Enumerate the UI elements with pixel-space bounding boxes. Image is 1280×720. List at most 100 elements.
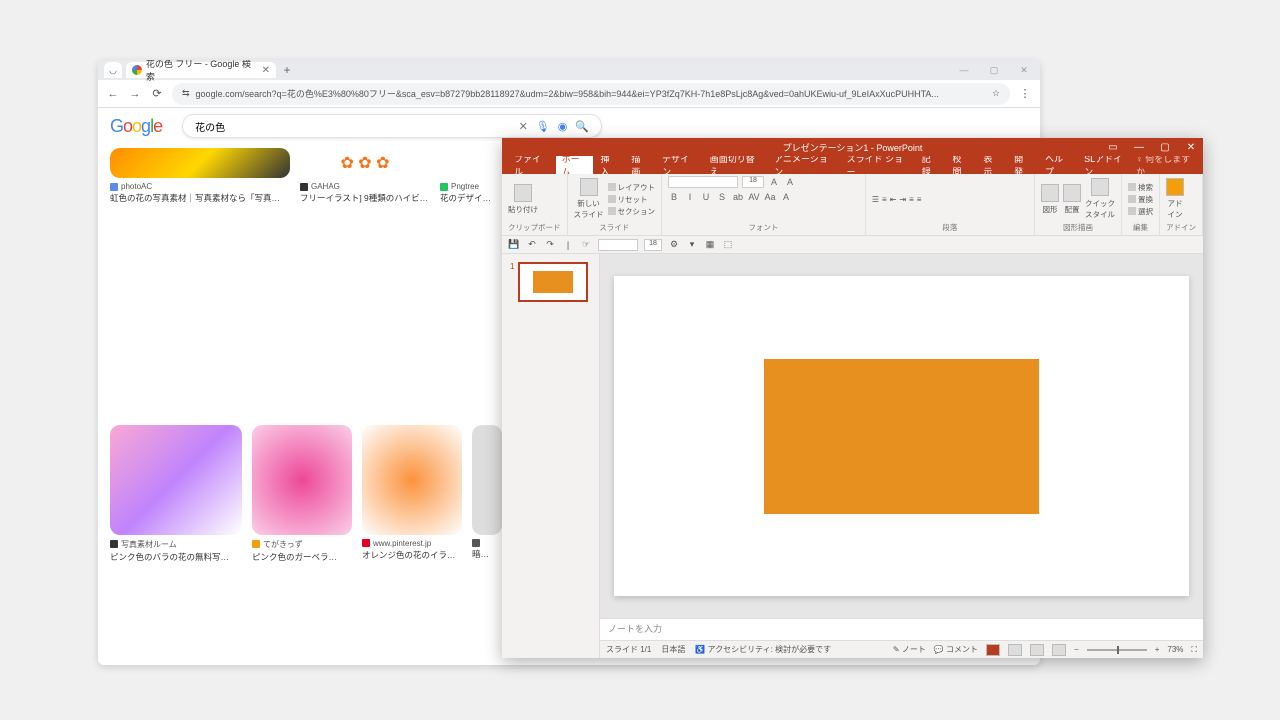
reload-button[interactable]: ⟳ [150, 87, 164, 100]
image-result[interactable]: GAHAGフリーイラスト] 9種類のハイビ… [300, 148, 430, 415]
qat-extra-3[interactable]: ▦ [704, 239, 716, 250]
arrange-button[interactable]: 配置 [1063, 184, 1081, 215]
font-u-button[interactable]: U [700, 191, 712, 203]
find-button[interactable]: 検索 [1128, 182, 1153, 193]
qat-extra-1[interactable]: ⚙ [668, 239, 680, 250]
layout-button[interactable]: レイアウト [608, 182, 656, 193]
orange-rectangle-shape[interactable] [764, 359, 1039, 514]
result-thumbnail[interactable] [110, 425, 242, 535]
pp-minimize-icon[interactable]: — [1131, 142, 1147, 153]
comments-toggle[interactable]: 💬 コメント [934, 644, 978, 655]
section-button[interactable]: セクション [608, 206, 656, 217]
save-icon[interactable]: 💾 [508, 239, 520, 250]
zoom-in-icon[interactable]: + [1155, 645, 1160, 654]
zoom-slider[interactable] [1087, 649, 1147, 651]
search-box[interactable]: ✕ 🎙 ◉ 🔍 [182, 114, 602, 138]
font-a-button[interactable]: A [780, 191, 792, 203]
result-thumbnail[interactable] [362, 425, 462, 535]
qat-font-select[interactable] [598, 239, 638, 251]
google-logo[interactable]: Google [110, 116, 162, 137]
align-left-icon[interactable]: ≡ [909, 195, 914, 204]
pinned-tab[interactable]: ◡ [104, 62, 122, 78]
select-button[interactable]: 選択 [1128, 206, 1153, 217]
site-info-icon[interactable]: ⇆ [182, 88, 190, 99]
close-icon[interactable]: ✕ [1014, 65, 1034, 76]
font-size-select[interactable]: 18 [742, 176, 764, 188]
indent-decrease-icon[interactable]: ⇤ [890, 195, 897, 204]
pp-close-icon[interactable]: ✕ [1183, 142, 1199, 153]
image-result[interactable]: てがきっずピンク色のガーベラ… [252, 425, 352, 666]
slide[interactable] [614, 276, 1189, 596]
image-result[interactable]: photoAC虹色の花の写真素材｜写真素材なら「写真… [110, 148, 290, 415]
slideshow-view-icon[interactable] [1052, 644, 1066, 656]
pp-maximize-icon[interactable]: ▢ [1157, 142, 1173, 153]
sorter-view-icon[interactable] [1008, 644, 1022, 656]
result-thumbnail[interactable] [472, 425, 502, 535]
font-i-button[interactable]: I [684, 191, 696, 203]
grow-font-icon[interactable]: A [768, 176, 780, 188]
search-input[interactable] [195, 121, 511, 132]
image-result[interactable]: 暗… [472, 425, 502, 666]
minimize-icon[interactable]: — [954, 65, 974, 76]
arrange-icon [1063, 184, 1081, 202]
pp-ribbon-options-icon[interactable]: ▭ [1105, 142, 1121, 153]
qat-font-size[interactable]: 18 [644, 239, 662, 251]
replace-icon [1128, 195, 1136, 203]
zoom-level[interactable]: 73% [1167, 645, 1183, 654]
addins-button[interactable]: アド イン [1166, 178, 1184, 220]
align-center-icon[interactable]: ≡ [917, 195, 922, 204]
font-av-button[interactable]: AV [748, 191, 760, 203]
font-ab-button[interactable]: ab [732, 191, 744, 203]
result-thumbnail[interactable] [252, 425, 352, 535]
qat-extra-4[interactable]: ⬚ [722, 239, 734, 250]
quick-styles-button[interactable]: クイック スタイル [1085, 178, 1115, 220]
clear-icon[interactable]: ✕ [519, 120, 528, 133]
font-b-button[interactable]: B [668, 191, 680, 203]
notes-pane[interactable]: ノートを入力 [600, 618, 1203, 640]
bookmark-star-icon[interactable]: ☆ [992, 88, 1000, 99]
image-result[interactable]: Pngtree花のデザイ… [440, 148, 500, 415]
new-tab-button[interactable]: + [280, 63, 294, 77]
notes-toggle[interactable]: ✎ ノート [893, 644, 926, 655]
shrink-font-icon[interactable]: A [784, 176, 796, 188]
slide-canvas[interactable] [600, 254, 1203, 618]
paste-button[interactable]: 貼り付け [508, 184, 538, 215]
font-aa-button[interactable]: Aa [764, 191, 776, 203]
reset-button[interactable]: リセット [608, 194, 656, 205]
image-result[interactable]: 写真素材ルームピンク色のバラの花の無料写… [110, 425, 242, 666]
redo-icon[interactable]: ↷ [544, 239, 556, 250]
replace-button[interactable]: 置換 [1128, 194, 1153, 205]
result-thumbnail[interactable] [300, 148, 430, 178]
forward-button[interactable]: → [128, 88, 142, 100]
qat-extra-2[interactable]: ▾ [686, 239, 698, 250]
result-thumbnail[interactable] [110, 148, 290, 178]
touch-mode-icon[interactable]: ☞ [580, 239, 592, 250]
accessibility-check[interactable]: ♿ アクセシビリティ: 検討が必要です [695, 644, 831, 655]
font-s-button[interactable]: S [716, 191, 728, 203]
zoom-out-icon[interactable]: − [1074, 645, 1079, 654]
image-result[interactable]: www.pinterest.jpオレンジ色の花のイラス… [362, 425, 462, 666]
mic-icon[interactable]: 🎙 [536, 120, 550, 133]
fit-window-icon[interactable]: ⛶ [1191, 645, 1197, 655]
lens-icon[interactable]: ◉ [558, 120, 568, 133]
indent-increase-icon[interactable]: ⇥ [899, 195, 906, 204]
group-drawing: 図形 配置 クイック スタイル 図形描画 [1035, 174, 1122, 235]
url-field[interactable]: ⇆ google.com/search?q=花の色%E3%80%80フリー&sc… [172, 83, 1010, 105]
new-slide-button[interactable]: 新しい スライド [574, 178, 604, 220]
font-family-select[interactable] [668, 176, 738, 188]
search-icon[interactable]: 🔍 [575, 120, 589, 133]
language-indicator[interactable]: 日本語 [661, 644, 685, 655]
active-tab[interactable]: 花の色 フリー - Google 検索 ✕ [126, 62, 276, 78]
shapes-button[interactable]: 図形 [1041, 184, 1059, 215]
bullets-icon[interactable]: ☰ [872, 195, 879, 204]
reading-view-icon[interactable] [1030, 644, 1044, 656]
slide-thumbnail-1[interactable]: 1 [510, 262, 591, 302]
numbering-icon[interactable]: ≡ [882, 195, 887, 204]
result-thumbnail[interactable] [440, 148, 500, 178]
back-button[interactable]: ← [106, 88, 120, 100]
chrome-menu-icon[interactable]: ⋮ [1018, 87, 1032, 100]
close-tab-icon[interactable]: ✕ [262, 65, 270, 76]
undo-icon[interactable]: ↶ [526, 239, 538, 250]
normal-view-icon[interactable] [986, 644, 1000, 656]
maximize-icon[interactable]: ▢ [984, 65, 1004, 76]
